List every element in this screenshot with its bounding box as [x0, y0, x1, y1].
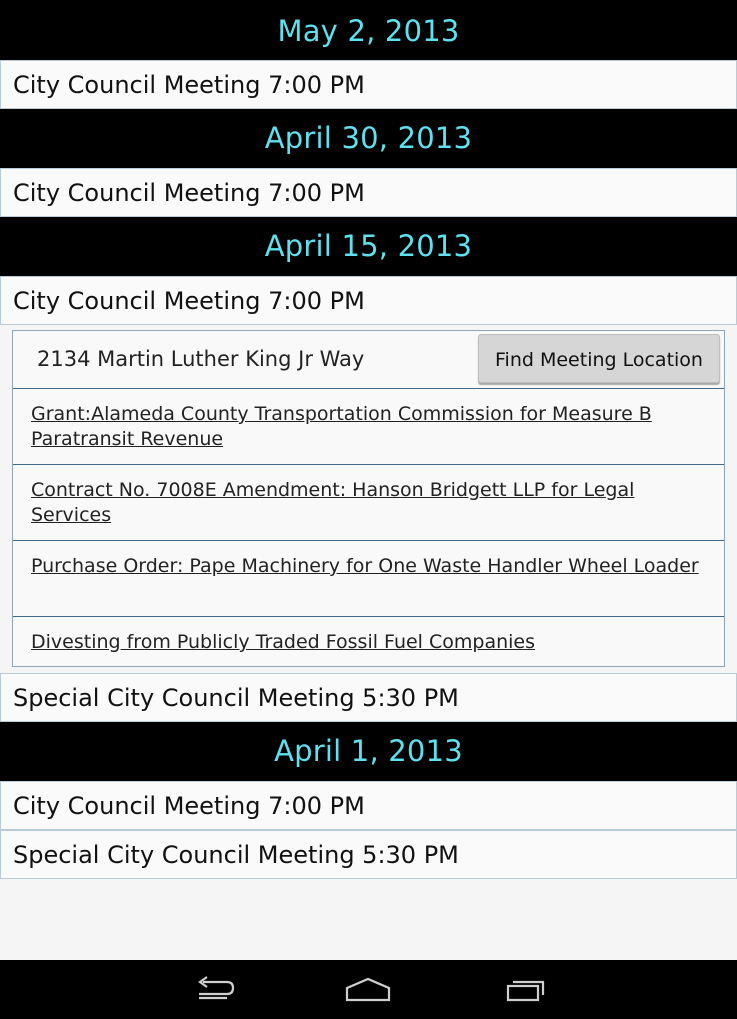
agenda-item-link[interactable]: Grant:Alameda County Transportation Comm…	[13, 389, 724, 465]
meeting-row-expanded[interactable]: City Council Meeting 7:00 PM	[0, 276, 737, 325]
agenda-item-link[interactable]: Divesting from Publicly Traded Fossil Fu…	[13, 617, 724, 666]
meeting-list[interactable]: May 2, 2013 City Council Meeting 7:00 PM…	[0, 0, 737, 879]
navigation-bar	[0, 960, 737, 1019]
meeting-row[interactable]: City Council Meeting 7:00 PM	[0, 60, 737, 109]
meeting-row[interactable]: Special City Council Meeting 5:30 PM	[0, 673, 737, 722]
location-row: 2134 Martin Luther King Jr Way Find Meet…	[13, 331, 724, 389]
date-header: April 1, 2013	[0, 722, 737, 781]
date-header: April 30, 2013	[0, 109, 737, 168]
meeting-location: 2134 Martin Luther King Jr Way	[37, 347, 365, 371]
meeting-row[interactable]: City Council Meeting 7:00 PM	[0, 168, 737, 217]
back-button[interactable]	[183, 970, 243, 1010]
recent-apps-button[interactable]	[496, 970, 556, 1010]
agenda-item-link[interactable]: Contract No. 7008E Amendment: Hanson Bri…	[13, 465, 724, 541]
date-header: April 15, 2013	[0, 217, 737, 276]
meeting-row[interactable]: City Council Meeting 7:00 PM	[0, 781, 737, 830]
meeting-detail-panel: 2134 Martin Luther King Jr Way Find Meet…	[12, 330, 725, 667]
recent-apps-icon	[506, 980, 545, 1002]
find-meeting-location-button[interactable]: Find Meeting Location	[478, 334, 720, 383]
agenda-item-link[interactable]: Purchase Order: Pape Machinery for One W…	[13, 541, 724, 617]
home-button[interactable]	[338, 970, 398, 1010]
app-screen: May 2, 2013 City Council Meeting 7:00 PM…	[0, 0, 737, 1019]
home-icon	[345, 977, 391, 1002]
date-header: May 2, 2013	[0, 0, 737, 60]
meeting-row[interactable]: Special City Council Meeting 5:30 PM	[0, 830, 737, 879]
back-icon	[198, 976, 235, 1000]
